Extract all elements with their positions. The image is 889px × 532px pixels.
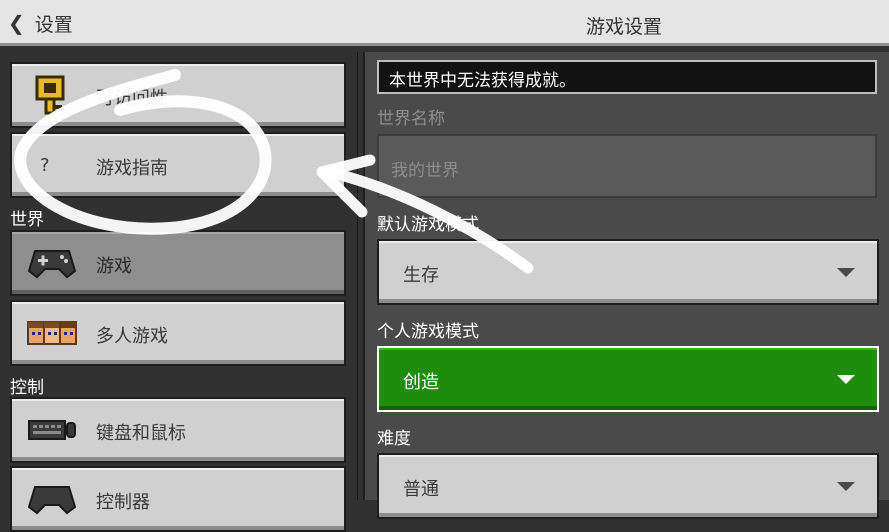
chevron-left-icon: ❮ <box>8 11 25 35</box>
section-heading-world: 世界 <box>10 210 44 230</box>
world-name-label: 世界名称 <box>377 109 445 129</box>
sidebar-item-label: 键盘和鼠标 <box>96 423 186 444</box>
section-heading-controls: 控制 <box>10 378 44 398</box>
page-title: 游戏设置 <box>586 16 663 38</box>
sidebar-item-guide[interactable]: ? 游戏指南 <box>10 132 346 198</box>
back-button[interactable]: ❮ 设置 <box>8 8 73 38</box>
personal-mode-label: 个人游戏模式 <box>377 322 479 342</box>
default-mode-dropdown[interactable]: 生存 <box>377 239 879 305</box>
question-icon: ? <box>40 154 50 176</box>
gamepad-icon <box>26 245 78 281</box>
chevron-down-icon <box>837 268 855 277</box>
sidebar-item-label: 游戏指南 <box>96 158 168 179</box>
chevron-down-icon <box>837 375 855 384</box>
default-mode-label: 默认游戏模式 <box>377 215 479 235</box>
chevron-down-icon <box>837 482 855 491</box>
sidebar-item-multiplayer[interactable]: 多人游戏 <box>10 300 346 366</box>
top-bar: ❮ 设置 游戏设置 <box>0 0 889 46</box>
sidebar-item-label: 游戏 <box>96 256 132 277</box>
sidebar-item-label: 控制器 <box>96 492 150 513</box>
back-label: 设置 <box>34 13 73 36</box>
key-icon <box>26 75 78 115</box>
sidebar-item-controller[interactable]: 控制器 <box>10 466 346 532</box>
controller-icon <box>26 481 78 517</box>
difficulty-label: 难度 <box>377 429 411 449</box>
default-mode-value: 生存 <box>403 265 439 286</box>
difficulty-value: 普通 <box>403 479 439 500</box>
difficulty-dropdown[interactable]: 普通 <box>377 453 879 519</box>
keyboard-icon <box>26 412 78 448</box>
world-name-field[interactable]: 我的世界 <box>377 134 877 198</box>
personal-mode-value: 创造 <box>403 372 439 393</box>
sidebar-item-keyboard-mouse[interactable]: 键盘和鼠标 <box>10 397 346 463</box>
sidebar-item-accessibility[interactable]: 可访问性 <box>10 62 346 128</box>
players-icon <box>26 315 78 351</box>
personal-mode-dropdown[interactable]: 创造 <box>377 346 879 412</box>
achievements-notice: 本世界中无法获得成就。 <box>377 60 877 94</box>
sidebar-item-label: 可访问性 <box>96 88 168 109</box>
sidebar-item-label: 多人游戏 <box>96 326 168 347</box>
sidebar-item-game[interactable]: 游戏 <box>10 230 346 296</box>
